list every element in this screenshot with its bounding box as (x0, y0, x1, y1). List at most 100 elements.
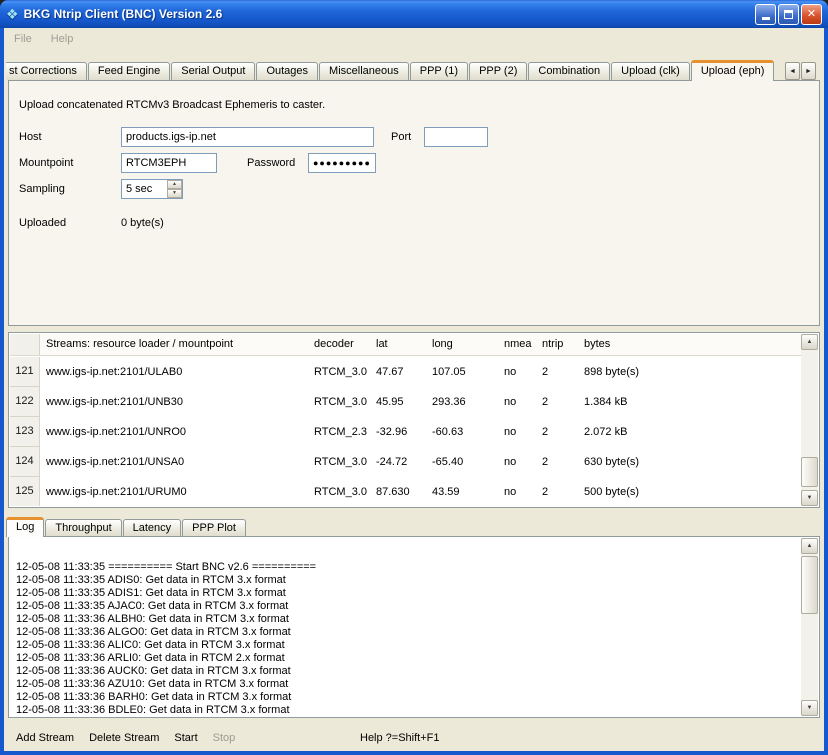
port-input[interactable] (424, 127, 488, 147)
column-header-nmea: nmea (498, 334, 536, 355)
table-row[interactable]: 124www.igs-ip.net:2101/UNSA0RTCM_3.0-24.… (10, 447, 801, 477)
scroll-up-button[interactable]: ▲ (801, 334, 818, 350)
sampling-value: 5 sec (122, 180, 167, 198)
tab-log[interactable]: Log (6, 517, 44, 537)
table-row[interactable]: 121www.igs-ip.net:2101/ULAB0RTCM_3.047.6… (10, 357, 801, 387)
maximize-icon (784, 10, 793, 19)
bottom-actions: Add Stream Delete Stream Start Stop (16, 732, 235, 744)
password-input[interactable] (308, 153, 376, 173)
tab-serial-output[interactable]: Serial Output (171, 62, 255, 80)
cell-long: -60.63 (426, 417, 498, 447)
log-line: 12-05-08 11:33:35 ADIS0: Get data in RTC… (16, 574, 801, 587)
cell-num: 122 (10, 387, 40, 417)
table-row[interactable]: 122www.igs-ip.net:2101/UNB30RTCM_3.045.9… (10, 387, 801, 417)
tab-upload-clk[interactable]: Upload (clk) (611, 62, 690, 80)
sampling-spinbox[interactable]: 5 sec ▲ ▼ (121, 179, 183, 199)
down-arrow-icon: ▼ (172, 191, 177, 196)
cell-bytes: 500 byte(s) (578, 477, 801, 506)
tab-feed-engine[interactable]: Feed Engine (88, 62, 170, 80)
cell-nmea: no (498, 387, 536, 417)
upload-eph-panel: Upload concatenated RTCMv3 Broadcast Eph… (8, 80, 820, 326)
log-line: 12-05-08 11:33:36 AZU10: Get data in RTC… (16, 678, 801, 691)
minimize-button[interactable] (755, 4, 776, 25)
cell-nmea: no (498, 447, 536, 477)
log-line: 12-05-08 11:33:36 ALGO0: Get data in RTC… (16, 626, 801, 639)
log-line: 12-05-08 11:33:36 BDLE0: Get data in RTC… (16, 704, 801, 716)
streams-table: Streams: resource loader / mountpointdec… (8, 332, 820, 508)
cell-ntrip: 2 (536, 417, 578, 447)
scroll-down-button[interactable]: ▼ (801, 700, 818, 716)
window-title: BKG Ntrip Client (BNC) Version 2.6 (24, 7, 755, 21)
cell-long: 107.05 (426, 357, 498, 387)
column-header-long: long (426, 334, 498, 355)
cell-lat: 47.67 (370, 357, 426, 387)
right-arrow-icon: ► (805, 68, 812, 75)
client-area: File Help st CorrectionsFeed EngineSeria… (4, 28, 824, 751)
log-scrollbar[interactable]: ▲ ▼ (801, 538, 818, 716)
scroll-thumb[interactable] (801, 556, 818, 614)
cell-stream: www.igs-ip.net:2101/ULAB0 (40, 357, 308, 387)
sampling-decrement-button[interactable]: ▼ (167, 189, 182, 198)
tab-ppp-plot[interactable]: PPP Plot (182, 519, 246, 536)
delete-stream-button[interactable]: Delete Stream (89, 732, 159, 744)
tab-ppp-1[interactable]: PPP (1) (410, 62, 468, 80)
close-icon: ✕ (807, 9, 816, 20)
log-line: 12-05-08 11:33:36 BARH0: Get data in RTC… (16, 691, 801, 704)
tab-st-corrections[interactable]: st Corrections (6, 62, 87, 80)
down-arrow-icon: ▼ (807, 705, 813, 711)
cell-lat: -32.96 (370, 417, 426, 447)
cell-ntrip: 2 (536, 477, 578, 506)
maximize-button[interactable] (778, 4, 799, 25)
host-input[interactable] (121, 127, 374, 147)
add-stream-button[interactable]: Add Stream (16, 732, 74, 744)
cell-long: 293.36 (426, 387, 498, 417)
start-button[interactable]: Start (174, 732, 197, 744)
tab-throughput[interactable]: Throughput (45, 519, 121, 536)
tab-outages[interactable]: Outages (256, 62, 318, 80)
sampling-label: Sampling (19, 183, 65, 195)
help-shortcut-text: Help ?=Shift+F1 (360, 732, 440, 744)
column-header-ntrip: ntrip (536, 334, 578, 355)
table-row[interactable]: 125www.igs-ip.net:2101/URUM0RTCM_3.087.6… (10, 477, 801, 506)
tab-combination[interactable]: Combination (528, 62, 610, 80)
cell-nmea: no (498, 357, 536, 387)
column-header-num (10, 334, 40, 355)
streams-scrollbar[interactable]: ▲ ▼ (801, 334, 818, 506)
mountpoint-input[interactable] (121, 153, 217, 173)
column-header-bytes: bytes (578, 334, 801, 355)
table-row[interactable]: 123www.igs-ip.net:2101/UNRO0RTCM_2.3-32.… (10, 417, 801, 447)
cell-bytes: 898 byte(s) (578, 357, 801, 387)
tab-scroll-right-button[interactable]: ► (801, 62, 816, 80)
log-line: 12-05-08 11:33:36 ARLI0: Get data in RTC… (16, 652, 801, 665)
menu-help[interactable]: Help (51, 33, 74, 45)
menu-file[interactable]: File (14, 33, 32, 45)
cell-num: 124 (10, 447, 40, 477)
sampling-increment-button[interactable]: ▲ (167, 180, 182, 189)
up-arrow-icon: ▲ (807, 543, 813, 549)
tab-upload-eph[interactable]: Upload (eph) (691, 60, 775, 81)
column-header-stream: Streams: resource loader / mountpoint (40, 334, 308, 355)
cell-lat: 45.95 (370, 387, 426, 417)
scroll-thumb[interactable] (801, 457, 818, 487)
scroll-down-button[interactable]: ▼ (801, 490, 818, 506)
tab-miscellaneous[interactable]: Miscellaneous (319, 62, 409, 80)
log-output[interactable]: 12-05-08 11:33:35 ========== Start BNC v… (10, 538, 801, 716)
password-label: Password (247, 157, 295, 169)
uploaded-label: Uploaded (19, 217, 66, 229)
cell-stream: www.igs-ip.net:2101/UNRO0 (40, 417, 308, 447)
tab-scroll-left-button[interactable]: ◄ (785, 62, 800, 80)
column-header-decoder: decoder (308, 334, 370, 355)
log-line: 12-05-08 11:33:35 AJAC0: Get data in RTC… (16, 600, 801, 613)
stop-button[interactable]: Stop (213, 732, 236, 744)
tab-latency[interactable]: Latency (123, 519, 182, 536)
cell-decoder: RTCM_3.0 (308, 357, 370, 387)
tab-ppp-2[interactable]: PPP (2) (469, 62, 527, 80)
cell-decoder: RTCM_2.3 (308, 417, 370, 447)
panel-description: Upload concatenated RTCMv3 Broadcast Eph… (19, 99, 325, 111)
scroll-up-button[interactable]: ▲ (801, 538, 818, 554)
bottom-bar: Add Stream Delete Stream Start Stop Help ?=… (4, 724, 824, 751)
sampling-spin-buttons: ▲ ▼ (167, 180, 182, 198)
window-controls: ✕ (755, 4, 822, 25)
left-arrow-icon: ◄ (789, 68, 796, 75)
close-button[interactable]: ✕ (801, 4, 822, 25)
